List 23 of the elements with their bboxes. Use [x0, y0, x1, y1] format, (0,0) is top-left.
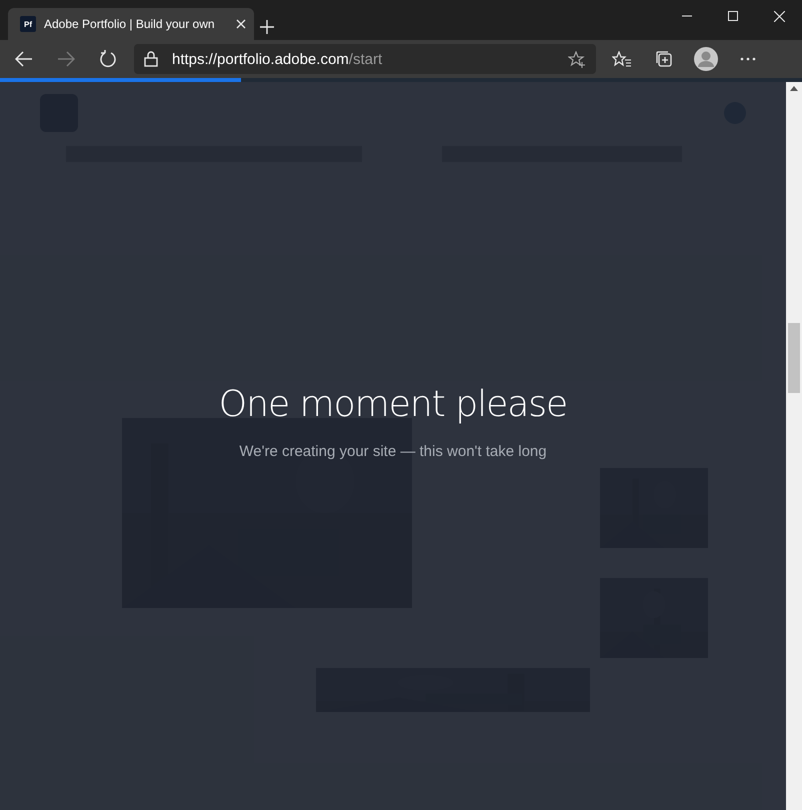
lock-icon — [144, 51, 158, 67]
close-icon[interactable] — [774, 10, 784, 22]
star-list-icon[interactable] — [612, 51, 632, 67]
more-icon[interactable] — [740, 57, 756, 61]
avatar-icon[interactable] — [694, 47, 718, 71]
star-icon[interactable] — [568, 50, 586, 68]
favicon: Pf — [20, 16, 36, 32]
back-arrow-icon[interactable] — [15, 51, 33, 67]
loading-title: One moment please — [218, 384, 568, 425]
browser-tab[interactable]: Pf Adobe Portfolio | Build your own — [8, 8, 254, 40]
scrollbar-thumb[interactable] — [788, 323, 800, 393]
forward-arrow-icon[interactable] — [57, 51, 75, 67]
scroll-up-icon[interactable] — [790, 86, 798, 91]
loading-subtitle: We're creating your site — this won't take long — [239, 443, 547, 460]
tab-title: Adobe Portfolio | Build your own — [44, 17, 216, 31]
refresh-icon[interactable] — [99, 50, 117, 68]
collections-icon[interactable] — [655, 50, 673, 68]
plus-icon[interactable] — [260, 20, 274, 34]
url-text: https://portfolio.adobe.com/start — [172, 50, 384, 68]
maximize-icon[interactable] — [728, 11, 738, 21]
close-icon[interactable] — [236, 19, 246, 29]
scrollbar[interactable] — [786, 82, 802, 810]
address-bar[interactable]: https://portfolio.adobe.com/start — [134, 44, 596, 74]
